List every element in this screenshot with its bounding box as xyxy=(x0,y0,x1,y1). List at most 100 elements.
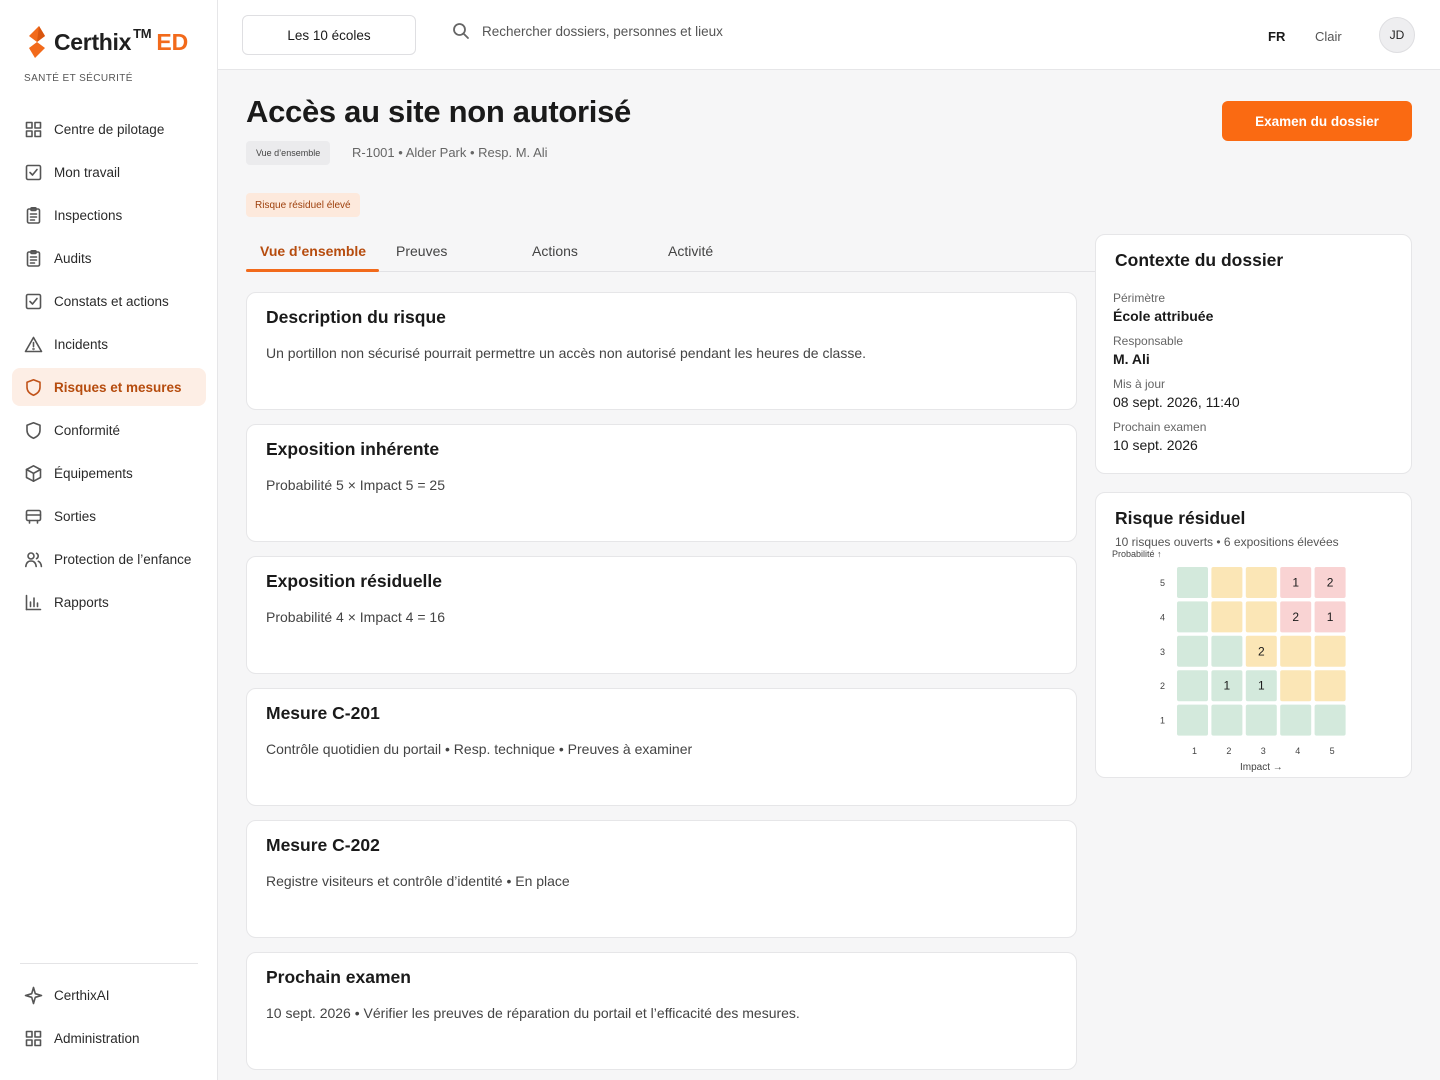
panel-title: Contexte du dossier xyxy=(1115,250,1284,270)
sidebar-item-inspections[interactable]: Inspections xyxy=(12,196,206,234)
sidebar-item-certhixai[interactable]: CerthixAI xyxy=(12,976,206,1014)
heatmap-x-tick: 1 xyxy=(1192,746,1197,756)
heatmap-cell[interactable] xyxy=(1177,601,1208,633)
nav-item-label: Audits xyxy=(54,250,92,266)
card-title: Mesure C-202 xyxy=(266,835,380,855)
panel-subtitle: 10 risques ouverts • 6 expositions élevé… xyxy=(1115,535,1339,549)
heatmap-cell[interactable] xyxy=(1280,670,1312,702)
heatmap-x-tick: 4 xyxy=(1295,746,1300,756)
context-label: Prochain examen xyxy=(1113,420,1207,434)
grid-icon xyxy=(24,1029,43,1048)
heatmap-cell[interactable] xyxy=(1314,670,1346,702)
heatmap-x-tick: 2 xyxy=(1226,746,1231,756)
heatmap-count-label: 2 xyxy=(1327,576,1334,590)
context-label: Mis à jour xyxy=(1113,377,1166,391)
heatmap-cell[interactable] xyxy=(1177,567,1208,598)
sidebar-item-equipements[interactable]: Équipements xyxy=(12,454,206,492)
language-toggle[interactable]: FR xyxy=(1268,29,1285,44)
control-c201-card[interactable]: Mesure C-201 Contrôle quotidien du porta… xyxy=(246,688,1077,806)
heatmap-cell[interactable] xyxy=(1314,635,1346,667)
sidebar-divider xyxy=(20,963,198,964)
card-body: Probabilité 4 × Impact 4 = 16 xyxy=(266,609,445,625)
box-icon xyxy=(24,464,43,483)
nav-item-label: Risques et mesures xyxy=(54,379,182,395)
heatmap-cell[interactable] xyxy=(1245,601,1277,633)
nav-item-label: Protection de l’enfance xyxy=(54,551,192,567)
people-icon xyxy=(24,550,43,569)
sidebar-item-administration[interactable]: Administration xyxy=(12,1019,206,1057)
context-row-updated: Mis à jour 08 sept. 2026, 11:40 xyxy=(1113,377,1240,410)
sidebar-nav-bottom: CerthixAI Administration xyxy=(12,976,206,1062)
heatmap-cell[interactable] xyxy=(1211,635,1243,667)
brand-name: Certhix TM xyxy=(54,25,152,55)
control-c202-card[interactable]: Mesure C-202 Registre visiteurs et contr… xyxy=(246,820,1077,938)
search-bar[interactable] xyxy=(452,22,882,40)
sidebar-item-sorties[interactable]: Sorties xyxy=(12,497,206,535)
school-selector-button[interactable]: Les 10 écoles xyxy=(242,15,416,55)
heatmap-cell[interactable] xyxy=(1211,704,1243,736)
brand-suffix: ED xyxy=(156,28,189,55)
heatmap-cell[interactable] xyxy=(1211,601,1243,633)
review-case-button[interactable]: Examen du dossier xyxy=(1222,101,1412,141)
card-title: Description du risque xyxy=(266,307,446,327)
shield-icon xyxy=(24,378,43,397)
risk-status-badge: Risque résiduel élevé xyxy=(246,193,360,217)
grid-icon xyxy=(24,120,43,139)
bus-icon xyxy=(24,507,43,526)
active-tab-indicator xyxy=(246,269,379,272)
heatmap-cell[interactable] xyxy=(1245,567,1277,598)
heatmap-x-label: Impact → xyxy=(1240,762,1283,773)
heatmap-y-tick: 4 xyxy=(1160,612,1165,622)
residual-exposure-card: Exposition résiduelle Probabilité 4 × Im… xyxy=(246,556,1077,674)
tab-activity[interactable]: Activité xyxy=(668,243,713,259)
sidebar-item-rapports[interactable]: Rapports xyxy=(12,583,206,621)
search-input[interactable] xyxy=(482,23,882,39)
warning-icon xyxy=(24,335,43,354)
sidebar-item-mon-travail[interactable]: Mon travail xyxy=(12,153,206,191)
sidebar-nav: Centre de pilotage Mon travail Inspections… xyxy=(12,110,206,626)
sidebar-item-risques-et-mesures[interactable]: Risques et mesures xyxy=(12,368,206,406)
heatmap-cell[interactable] xyxy=(1177,635,1208,667)
context-value: 08 sept. 2026, 11:40 xyxy=(1113,394,1240,410)
heatmap-cell[interactable] xyxy=(1177,704,1208,736)
sidebar-item-protection-de-l-enfance[interactable]: Protection de l’enfance xyxy=(12,540,206,578)
sidebar-item-incidents[interactable]: Incidents xyxy=(12,325,206,363)
sidebar-item-constats-et-actions[interactable]: Constats et actions xyxy=(12,282,206,320)
nav-item-label: Inspections xyxy=(54,207,123,223)
nav-item-label: Centre de pilotage xyxy=(54,121,165,137)
breadcrumb-chip[interactable]: Vue d’ensemble xyxy=(246,141,331,165)
heatmap-cell[interactable] xyxy=(1314,704,1346,736)
context-value: École attribuée xyxy=(1113,308,1214,324)
nav-item-label: Rapports xyxy=(54,594,109,610)
clipboard-icon xyxy=(24,206,43,225)
theme-toggle[interactable]: Clair xyxy=(1315,29,1342,44)
heatmap-y-tick: 5 xyxy=(1160,578,1165,588)
topbar: Les 10 écoles FR Clair JD xyxy=(218,0,1440,70)
card-body: Un portillon non sécurisé pourrait perme… xyxy=(266,345,867,361)
user-avatar[interactable]: JD xyxy=(1379,17,1415,53)
brand-logo[interactable]: Certhix TM ED xyxy=(24,24,188,60)
heatmap-cell[interactable] xyxy=(1245,704,1277,736)
context-row-owner: Responsable M. Ali xyxy=(1113,334,1183,367)
sidebar: Certhix TM ED SANTÉ ET SÉCURITÉ Centre de… xyxy=(0,0,218,1080)
heatmap-cell[interactable] xyxy=(1177,670,1208,702)
logo-mark-icon xyxy=(29,26,45,58)
heatmap-y-label: Probabilité ↑ xyxy=(1112,549,1162,559)
heatmap-cell[interactable] xyxy=(1280,704,1312,736)
tab-overview[interactable]: Vue d’ensemble xyxy=(260,243,366,259)
heatmap-cell[interactable] xyxy=(1280,635,1312,667)
tab-actions[interactable]: Actions xyxy=(532,243,578,259)
heatmap-y-tick: 3 xyxy=(1160,647,1165,657)
context-row-next-review: Prochain examen 10 sept. 2026 xyxy=(1113,420,1206,453)
heatmap-x-tick: 5 xyxy=(1330,746,1335,756)
nav-item-label: Mon travail xyxy=(54,164,121,180)
panel-title: Risque résiduel xyxy=(1115,508,1246,528)
next-review-card: Prochain examen 10 sept. 2026 • Vérifier… xyxy=(246,952,1077,1070)
sidebar-item-conformite[interactable]: Conformité xyxy=(12,411,206,449)
nav-item-label: CerthixAI xyxy=(54,987,110,1003)
tab-evidence[interactable]: Preuves xyxy=(396,243,447,259)
heatmap-cell[interactable] xyxy=(1211,567,1243,598)
sidebar-item-centre-de-pilotage[interactable]: Centre de pilotage xyxy=(12,110,206,148)
card-title: Mesure C-201 xyxy=(266,703,380,723)
sidebar-item-audits[interactable]: Audits xyxy=(12,239,206,277)
